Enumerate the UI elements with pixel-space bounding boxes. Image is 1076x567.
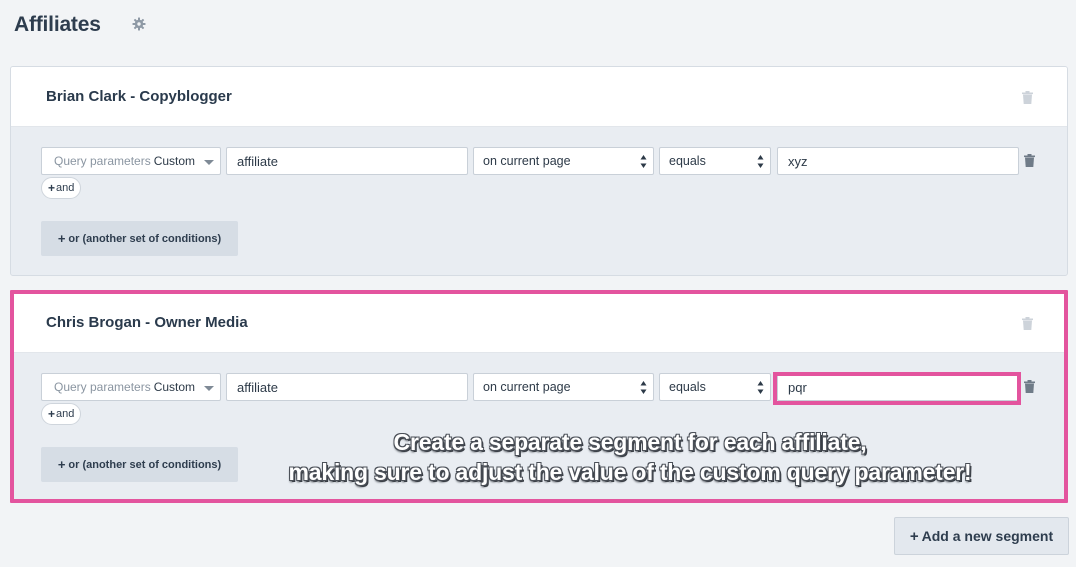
add-segment-button[interactable]: + Add a new segment	[894, 517, 1069, 555]
operator-value: equals	[669, 380, 706, 394]
add-or-condition-button[interactable]: + or (another set of conditions)	[41, 447, 238, 482]
add-and-condition-button[interactable]: + and	[41, 403, 82, 425]
trash-icon[interactable]	[1024, 154, 1035, 167]
operator-select[interactable]: equals	[659, 147, 771, 175]
plus-icon: +	[57, 231, 66, 246]
or-label: or (another set of conditions)	[68, 232, 222, 245]
caret-down-icon	[204, 160, 214, 165]
gear-icon[interactable]	[132, 17, 146, 31]
param-type-placeholder: Query parameters	[54, 154, 151, 168]
trash-icon[interactable]	[1024, 380, 1035, 393]
param-value-input[interactable]: xyz	[777, 147, 1019, 175]
segment-card: Brian Clark - Copyblogger Query paramete…	[10, 66, 1068, 276]
condition-row: Query parameters Custom affiliate on cur…	[41, 373, 1051, 401]
param-type-value: Custom	[153, 154, 196, 168]
segment-header: Chris Brogan - Owner Media	[11, 293, 1067, 353]
caret-down-icon	[204, 386, 214, 391]
page-title: Affiliates	[14, 13, 101, 36]
param-type-select[interactable]: Query parameters Custom	[41, 147, 221, 175]
param-key-input[interactable]: affiliate	[226, 147, 468, 175]
param-type-placeholder: Query parameters	[54, 380, 151, 394]
param-key-input[interactable]: affiliate	[226, 373, 468, 401]
operator-select[interactable]: equals	[659, 373, 771, 401]
param-value-input[interactable]: pqr	[777, 373, 1019, 401]
segment-name[interactable]: Brian Clark - Copyblogger	[46, 88, 232, 105]
trash-icon[interactable]	[1022, 91, 1033, 104]
scope-value: on current page	[483, 154, 571, 168]
select-arrows-icon	[757, 155, 764, 168]
select-arrows-icon	[640, 381, 647, 394]
or-label: or (another set of conditions)	[68, 458, 222, 471]
trash-icon[interactable]	[1022, 317, 1033, 330]
add-and-condition-button[interactable]: + and	[41, 177, 82, 199]
page-header: Affiliates	[14, 10, 101, 40]
segment-header: Brian Clark - Copyblogger	[11, 67, 1067, 127]
plus-icon: +	[57, 457, 66, 472]
select-arrows-icon	[640, 155, 647, 168]
plus-icon: +	[48, 407, 56, 421]
add-segment-label: Add a new segment	[921, 528, 1054, 544]
annotation-line-2: making sure to adjust the value of the c…	[288, 459, 972, 485]
scope-select[interactable]: on current page	[473, 373, 654, 401]
segment-name[interactable]: Chris Brogan - Owner Media	[46, 314, 248, 331]
and-label: and	[56, 408, 75, 420]
select-arrows-icon	[757, 381, 764, 394]
plus-icon: +	[48, 181, 56, 195]
param-type-select[interactable]: Query parameters Custom	[41, 373, 221, 401]
plus-icon: +	[909, 527, 919, 545]
condition-row: Query parameters Custom affiliate on cur…	[41, 147, 1051, 175]
and-label: and	[56, 182, 75, 194]
param-type-value: Custom	[153, 380, 196, 394]
add-or-condition-button[interactable]: + or (another set of conditions)	[41, 221, 238, 256]
operator-value: equals	[669, 154, 706, 168]
scope-select[interactable]: on current page	[473, 147, 654, 175]
scope-value: on current page	[483, 380, 571, 394]
annotation-callout: Create a separate segment for each affil…	[250, 427, 1010, 487]
annotation-line-1: Create a separate segment for each affil…	[393, 429, 867, 455]
